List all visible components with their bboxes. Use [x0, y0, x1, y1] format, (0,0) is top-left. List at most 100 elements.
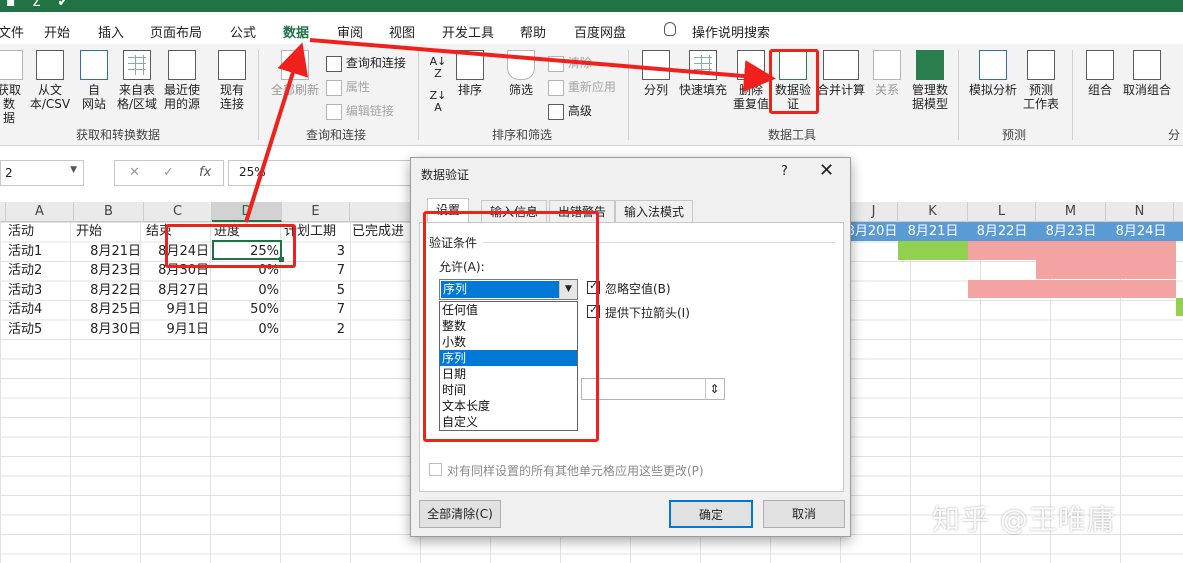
table-cell[interactable]: 活动4	[8, 300, 42, 319]
quick-access-icons[interactable]: ▪ Σ ✔	[6, 0, 75, 10]
table-cell[interactable]: 0%	[212, 320, 282, 339]
existing-connections-button[interactable]: 现有 连接	[212, 50, 252, 111]
ok-button[interactable]: 确定	[669, 500, 753, 528]
name-box[interactable]: 2 ▼	[0, 160, 84, 186]
tab-developer[interactable]: 开发工具	[442, 22, 494, 41]
cancel-icon[interactable]: ✕	[129, 165, 140, 180]
what-if-analysis-button[interactable]: 模拟分析	[966, 50, 1020, 97]
table-cell[interactable]: 8月21日	[74, 242, 144, 261]
cancel-button[interactable]: 取消	[763, 500, 845, 528]
column-header[interactable]: C	[144, 202, 212, 222]
tab-insert[interactable]: 插入	[98, 22, 124, 41]
column-header[interactable]: A	[6, 202, 74, 222]
clock-file-icon	[168, 50, 196, 80]
table-cell[interactable]: 活动2	[8, 261, 42, 280]
group-button[interactable]: 组合	[1082, 50, 1118, 97]
text-to-columns-button[interactable]: 分列	[640, 50, 672, 97]
table-cell[interactable]: 8月27日	[144, 281, 212, 300]
manage-data-model-button[interactable]: 管理数 据模型	[908, 50, 952, 111]
table-cell[interactable]: 9月1日	[144, 320, 212, 339]
reapply-button[interactable]: 重新应用	[548, 78, 616, 96]
table-cell[interactable]: 8月22日	[74, 281, 144, 300]
formula-input[interactable]: 25%	[228, 160, 418, 186]
table-cell[interactable]: 8月30日	[74, 320, 144, 339]
column-header[interactable]: L	[968, 202, 1036, 222]
table-cell[interactable]: 活动5	[8, 320, 42, 339]
table-cell[interactable]: 8月25日	[74, 300, 144, 319]
tab-view[interactable]: 视图	[389, 22, 415, 41]
remove-duplicates-button[interactable]: 删除 重复值	[732, 50, 770, 111]
table-header[interactable]: 活动	[8, 222, 34, 241]
table-cell[interactable]: 活动3	[8, 281, 42, 300]
table-cell[interactable]: 8月23日	[74, 261, 144, 280]
queries-connections-button[interactable]: 查询和连接	[326, 54, 406, 72]
table-cell[interactable]: 9月1日	[144, 300, 212, 319]
recent-sources-button[interactable]: 最近使 用的源	[160, 50, 204, 111]
column-header[interactable]: E	[282, 202, 350, 222]
sort-az-button[interactable]: A↓ Z	[426, 56, 450, 80]
gantt-bar-complete	[1176, 298, 1183, 316]
refresh-all-button[interactable]: 全部刷新	[268, 50, 322, 97]
column-header[interactable]: N	[1106, 202, 1174, 222]
forecast-sheet-button[interactable]: 预测 工作表	[1020, 50, 1062, 111]
properties-button[interactable]: 属性	[326, 78, 370, 96]
enter-icon[interactable]: ✓	[163, 165, 174, 180]
insert-function-icon[interactable]: fx	[199, 165, 211, 180]
table-header[interactable]: 已完成进	[352, 222, 404, 241]
column-header[interactable]: J	[850, 202, 898, 222]
properties-label: 属性	[345, 80, 370, 94]
relationships-button[interactable]: 关系	[870, 50, 904, 97]
help-icon[interactable]: ?	[781, 164, 788, 179]
from-csv-button[interactable]: 从文 本/CSV	[28, 50, 72, 111]
group-label-outline: 分	[1168, 128, 1181, 142]
apply-all-checkbox[interactable]	[429, 463, 442, 476]
ungroup-button[interactable]: 取消组合	[1120, 50, 1174, 97]
tab-formulas[interactable]: 公式	[230, 22, 256, 41]
edit-links-button[interactable]: 编辑链接	[326, 102, 394, 120]
column-header-selected[interactable]: D	[212, 202, 282, 222]
table-cell[interactable]: 50%	[212, 300, 282, 319]
tell-me-search[interactable]: 操作说明搜索	[692, 22, 770, 41]
advanced-filter-label: 高级	[567, 104, 592, 118]
tab-data[interactable]: 数据	[283, 22, 309, 41]
tab-review[interactable]: 审阅	[337, 22, 363, 41]
filter-button[interactable]: 筛选	[504, 50, 538, 97]
tab-home[interactable]: 开始	[44, 22, 70, 41]
column-header[interactable]: M	[1036, 202, 1106, 222]
consolidate-button[interactable]: 合并计算	[816, 50, 866, 97]
clear-all-button[interactable]: 全部清除(C)	[419, 500, 501, 528]
tab-file[interactable]: 文件	[0, 22, 24, 41]
tab-baidu[interactable]: 百度网盘	[574, 22, 626, 41]
table-cell[interactable]: 7	[282, 300, 348, 319]
advanced-filter-button[interactable]: 高级	[548, 102, 592, 120]
from-table-label-2: 格/区域	[116, 97, 158, 111]
name-box-value: 2	[5, 166, 13, 180]
table-header[interactable]: 开始	[76, 222, 102, 241]
ungroup-label: 取消组合	[1122, 83, 1171, 97]
group-label-sort-filter: 排序和筛选	[492, 128, 553, 142]
from-web-button[interactable]: 自 网站	[76, 50, 112, 111]
group-separator	[1072, 50, 1073, 140]
table-cell[interactable]: 活动1	[8, 242, 42, 261]
tab-ime-mode[interactable]: 输入法模式	[615, 200, 694, 222]
chevron-down-icon[interactable]: ▼	[70, 165, 77, 175]
tab-help[interactable]: 帮助	[520, 22, 546, 41]
get-data-button[interactable]: 获取数 据	[0, 50, 26, 125]
collapse-range-icon[interactable]: ⇕	[705, 379, 723, 399]
clear-filter-button[interactable]: 清除	[548, 54, 592, 72]
sort-za-icon: Z↓ A	[429, 89, 447, 114]
tab-page-layout[interactable]: 页面布局	[150, 22, 202, 41]
clear-filter-icon	[548, 55, 564, 72]
table-cell[interactable]: 2	[282, 320, 348, 339]
table-cell[interactable]: 5	[282, 281, 348, 300]
annotation-box-data-validation	[769, 49, 819, 114]
sort-button[interactable]: 排序	[454, 50, 486, 97]
flash-fill-button[interactable]: 快速填充	[676, 50, 730, 97]
from-table-button[interactable]: 来自表 格/区域	[114, 50, 160, 111]
table-cell[interactable]: 0%	[212, 281, 282, 300]
column-header[interactable]: K	[898, 202, 968, 222]
source-input[interactable]	[581, 378, 725, 400]
column-header[interactable]: B	[74, 202, 144, 222]
sort-za-button[interactable]: Z↓ A	[426, 90, 450, 114]
close-icon[interactable]: ✕	[819, 160, 834, 181]
